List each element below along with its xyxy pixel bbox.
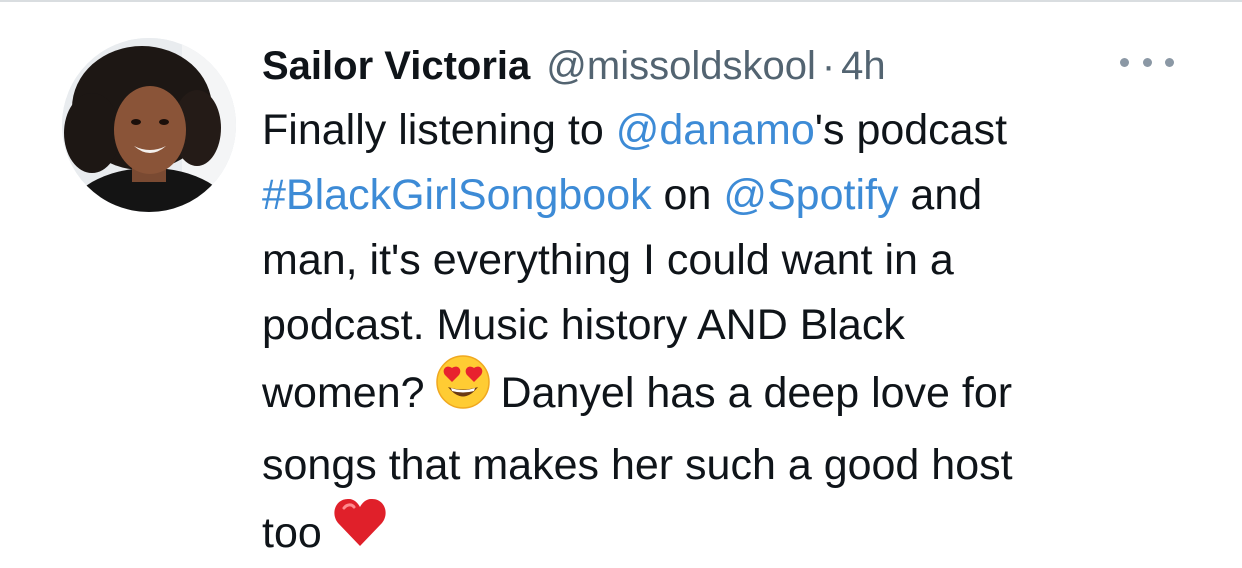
tweet-header: Sailor Victoria @missoldskool · 4h — [262, 38, 886, 94]
mention-link[interactable]: @danamo — [616, 106, 815, 154]
heart-eyes-emoji-icon — [435, 354, 491, 429]
tweet-line: songs that makes her such a good host — [262, 441, 1013, 489]
more-options-button[interactable] — [1120, 50, 1174, 74]
tweet-timestamp[interactable]: 4h — [841, 44, 886, 89]
author-handle[interactable]: @missoldskool — [546, 44, 816, 89]
text-segment: 's podcast — [814, 106, 1008, 154]
separator-dot: · — [821, 43, 836, 88]
text-segment: and — [898, 171, 983, 219]
tweet-line: man, it's everything I could want in a — [262, 236, 954, 284]
ellipsis-horizontal-icon — [1120, 57, 1129, 67]
tweet-text: Finally listening to @danamo's podcast #… — [262, 98, 1222, 568]
avatar-photo — [62, 38, 236, 212]
tweet-line: #BlackGirlSongbook on @Spotify and — [262, 163, 1222, 228]
tweet-line: women? Danyel has a deep love for — [262, 355, 1222, 433]
tweet-line: Finally listening to @danamo's podcast — [262, 98, 1222, 163]
red-heart-emoji-icon — [332, 494, 388, 568]
tweet-line: podcast. Music history AND Black — [262, 301, 905, 349]
top-divider — [0, 0, 1242, 2]
author-name[interactable]: Sailor Victoria — [262, 44, 530, 89]
text-segment: too — [262, 508, 322, 557]
text-segment: on — [651, 171, 724, 219]
text-segment: Finally listening to — [262, 106, 616, 154]
text-segment: women? — [262, 368, 425, 417]
ellipsis-horizontal-icon — [1142, 57, 1152, 67]
hashtag-link[interactable]: #BlackGirlSongbook — [262, 171, 652, 219]
avatar[interactable] — [62, 38, 236, 212]
ellipsis-horizontal-icon — [1165, 57, 1174, 67]
tweet-card: Sailor Victoria @missoldskool · 4h Final… — [0, 0, 1242, 568]
tweet-line: too — [262, 498, 1222, 568]
mention-link[interactable]: @Spotify — [723, 171, 898, 219]
text-segment: Danyel has a deep love for — [500, 368, 1013, 417]
